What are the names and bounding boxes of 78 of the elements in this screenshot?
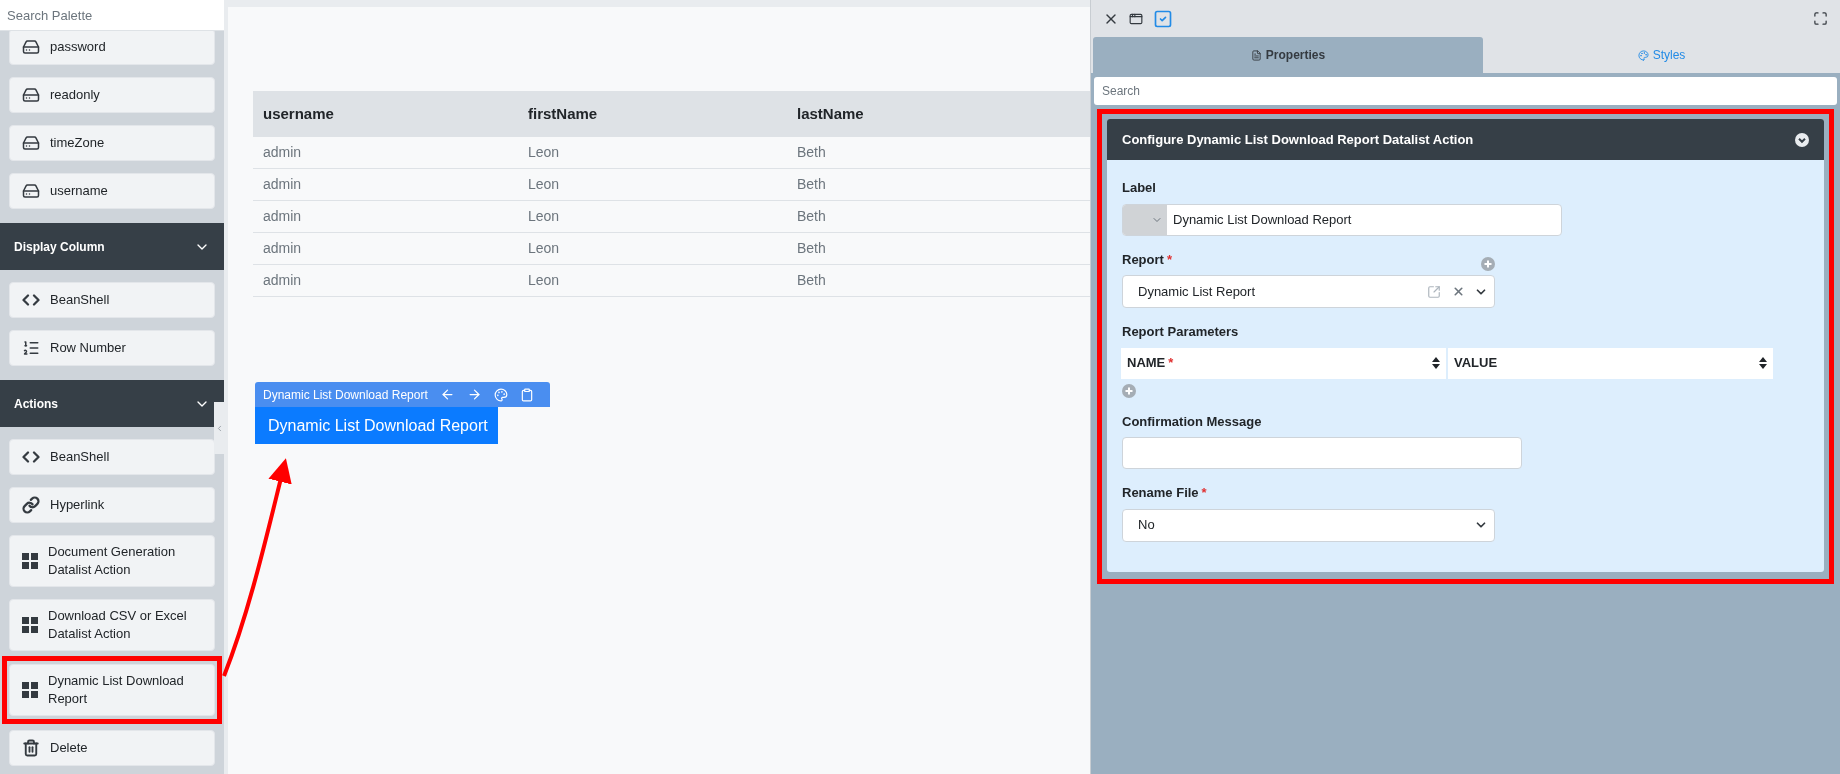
drive-icon — [22, 38, 40, 56]
table-cell-text: admin — [262, 143, 303, 162]
move-right-icon[interactable] — [466, 387, 482, 402]
table-cell-text: Leon — [527, 239, 561, 258]
select-field[interactable]: No — [1122, 508, 1495, 542]
collapse-handle[interactable] — [214, 402, 224, 454]
palette-item[interactable]: Hyperlink — [9, 487, 215, 523]
sort-icon[interactable] — [1432, 357, 1440, 369]
column-header: firstName — [527, 103, 599, 124]
link-icon — [22, 496, 40, 514]
table-cell-text: admin — [262, 207, 303, 226]
column-header: username — [262, 103, 335, 124]
sort-icon[interactable] — [1759, 357, 1767, 369]
palette-item[interactable]: BeanShell — [9, 282, 215, 318]
palette-icon — [1637, 49, 1649, 61]
label-input[interactable]: Dynamic List Download Report — [1122, 203, 1562, 236]
document-icon — [1250, 49, 1262, 61]
clipboard-icon[interactable] — [519, 387, 534, 402]
palette-item[interactable]: password — [9, 29, 215, 65]
add-icon[interactable] — [1122, 383, 1136, 398]
drive-icon — [22, 86, 40, 104]
palette-item[interactable]: Document Generation Datalist Action — [9, 535, 215, 587]
trash-icon — [22, 739, 40, 757]
table-cell-text: admin — [262, 239, 303, 258]
drive-icon — [22, 134, 40, 152]
field-label: Rename File * — [1122, 484, 1208, 502]
palette-item[interactable]: Delete — [9, 730, 215, 766]
section-header[interactable]: Display Column — [0, 223, 224, 270]
grid-icon — [22, 553, 38, 569]
table-cell-text: admin — [262, 175, 303, 194]
download-report-button[interactable]: Dynamic List Download Report — [255, 407, 498, 444]
checkbox-icon[interactable] — [1153, 8, 1173, 29]
table-cell-text: Leon — [527, 271, 561, 290]
tab[interactable]: Properties — [1093, 37, 1483, 73]
palette-item[interactable]: Row Number — [9, 330, 215, 366]
search-field[interactable]: Search — [1094, 77, 1837, 105]
palette-item[interactable]: BeanShell — [9, 439, 215, 475]
code-icon — [22, 448, 40, 466]
field-label: Report * — [1122, 250, 1172, 269]
numbered-list-icon — [22, 339, 40, 357]
grid-icon — [22, 617, 38, 633]
section-header[interactable]: Actions — [0, 380, 224, 427]
table-cell-text: Beth — [796, 239, 826, 258]
grid-column-header[interactable]: NAME * — [1121, 347, 1446, 379]
add-icon[interactable] — [1481, 257, 1495, 271]
element-label: Dynamic List Download Report — [263, 386, 428, 404]
search-field[interactable]: Search Palette — [0, 0, 224, 31]
table-cell-text: Leon — [527, 175, 561, 194]
external-link-icon[interactable] — [1427, 284, 1441, 299]
drive-icon — [22, 182, 40, 200]
palette-item[interactable]: timeZone — [9, 125, 215, 161]
report-select[interactable]: Dynamic List Report — [1122, 275, 1495, 308]
table-cell-text: Beth — [796, 175, 826, 194]
input-field[interactable] — [1122, 437, 1522, 469]
clear-icon[interactable] — [1452, 285, 1465, 298]
window-icon[interactable] — [1129, 11, 1143, 26]
field-label: Label — [1122, 179, 1157, 197]
column-header: lastName — [796, 103, 864, 124]
grid-icon — [22, 682, 38, 698]
grid-column-header[interactable]: VALUE — [1448, 347, 1773, 379]
palette-item[interactable]: username — [9, 173, 215, 209]
field-label: Report Parameters — [1122, 323, 1240, 341]
table-cell-text: Leon — [527, 207, 561, 226]
table-cell-text: Beth — [796, 143, 826, 162]
palette-icon[interactable] — [493, 387, 508, 402]
palette-item[interactable]: Dynamic List Download Report — [9, 664, 215, 716]
table-cell-text: Leon — [527, 143, 561, 162]
palette-item[interactable]: readonly — [9, 77, 215, 113]
fullscreen-icon[interactable] — [1813, 11, 1828, 26]
table-cell-text: admin — [262, 271, 303, 290]
palette-item[interactable]: Download CSV or Excel Datalist Action — [9, 599, 215, 651]
table-cell-text: Beth — [796, 271, 826, 290]
field-label: Confirmation Message — [1122, 412, 1263, 431]
table-cell-text: Beth — [796, 207, 826, 226]
code-icon — [22, 291, 40, 309]
move-left-icon[interactable] — [439, 387, 455, 402]
chevron-circle-icon[interactable] — [1795, 132, 1809, 147]
card-title: Configure Dynamic List Download Report Datalist Action — [1122, 130, 1474, 149]
